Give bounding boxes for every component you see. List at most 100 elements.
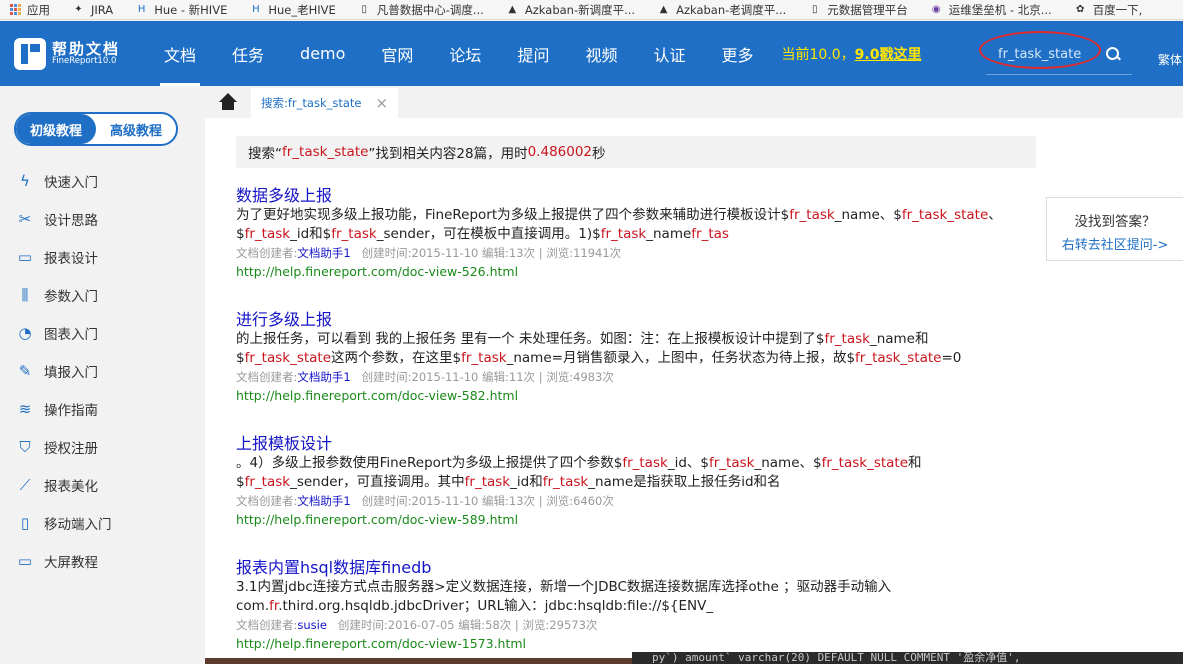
bookmark-label: 百度一下,	[1092, 2, 1143, 17]
sidebar-item[interactable]: ⫼ 参数入门	[16, 276, 112, 314]
bookmark-item[interactable]: ✿ 百度一下,	[1074, 2, 1143, 18]
bookmark-item[interactable]: ▯ 凡普数据中心-调度...	[358, 2, 484, 18]
close-icon[interactable]: ×	[376, 94, 389, 112]
bookmark-label: JIRA	[91, 2, 114, 17]
result-url-link[interactable]: http://help.finereport.com/doc-view-582.…	[236, 387, 1036, 405]
bookmark-item[interactable]: ▲ Azkaban-老调度平...	[657, 2, 787, 18]
result-author-link[interactable]: 文档助手1	[297, 494, 350, 508]
sidebar-item[interactable]: ▯ 移动端入门	[16, 504, 112, 542]
sidebar-item[interactable]: ⛉ 授权注册	[16, 428, 112, 466]
home-icon	[218, 93, 238, 111]
nav-item[interactable]: 任务	[214, 21, 282, 86]
top-navigation: 帮助文档 FineReport10.0 文档 任务 demo 官网 论坛 提问 视频 认证 更多…	[0, 21, 1183, 86]
sidebar-item-label: 报表设计	[44, 251, 98, 267]
result-title-link[interactable]: 进行多级上报	[236, 310, 1036, 330]
bookmark-item[interactable]: H Hue - 新HIVE	[135, 2, 227, 18]
sidebar-item-label: 报表美化	[44, 479, 98, 495]
sidebar-item[interactable]: ▭ 大屏教程	[16, 542, 112, 580]
result-snippet: $fr_task_state这两个参数，在这里$fr_task_name=月销售…	[236, 350, 962, 366]
result-snippet: 。4）多级上报参数使用FineReport为多级上报提供了四个参数$fr_tas…	[236, 455, 922, 471]
bookmark-label: Hue_老HIVE	[268, 2, 336, 17]
result-title-link[interactable]: 报表内置hsql数据库finedb	[236, 558, 1036, 578]
result-snippet: $fr_task_sender，可直接调用。其中fr_task_id和fr_ta…	[236, 474, 781, 490]
result-snippet: 为了更好地实现多级上报功能，FineReport为多级上报提供了四个参数来辅助进…	[236, 207, 1002, 223]
sidebar-item[interactable]: ⟋ 报表美化	[16, 466, 112, 504]
search-result: 进行多级上报 的上报任务，可以看到 我的上报任务 里有一个 未处理任务。如图：注：…	[236, 310, 1036, 405]
sidebar-list: ϟ 快速入门 ✂ 设计思路 ▭ 报表设计 ⫼ 参数入门 ◔ 图表入门 ✎ 填报入门 ≋ 操作指南 ⛉ 授权注册…	[16, 162, 112, 580]
guide-icon: ≋	[18, 400, 32, 418]
tab-search[interactable]: 搜索:fr_task_state ×	[251, 88, 399, 118]
hue-icon: H	[252, 4, 260, 15]
sidebar: 初级教程 高级教程 ϟ 快速入门 ✂ 设计思路 ▭ 报表设计 ⫼ 参数入门 ◔ 图表入门 ✎ 填报入门…	[0, 86, 205, 664]
result-url-link[interactable]: http://help.finereport.com/doc-view-589.…	[236, 511, 1036, 529]
home-tab[interactable]	[205, 86, 251, 118]
sidebar-item[interactable]: ▭ 报表设计	[16, 238, 112, 276]
sidebar-item-label: 大屏教程	[44, 555, 98, 571]
version-promo: 当前10.0， 9.0戳这里	[782, 44, 922, 64]
monitor-icon: ▭	[17, 552, 33, 570]
nav-item[interactable]: demo	[282, 21, 363, 86]
level-basic-button[interactable]: 初级教程	[16, 114, 96, 144]
line-chart-icon: ⟋	[19, 476, 31, 494]
edit-icon: ✎	[18, 362, 32, 380]
search-box	[986, 35, 1132, 75]
page-icon: ▯	[361, 4, 368, 15]
tools-icon: ✂	[18, 210, 32, 228]
sidebar-item-label: 移动端入门	[44, 517, 112, 533]
nav-menu: 文档 任务 demo 官网 论坛 提问 视频 认证 更多	[146, 21, 772, 86]
search-icon[interactable]	[1102, 43, 1126, 67]
sidebar-item[interactable]: ✎ 填报入门	[16, 352, 112, 390]
result-author-link[interactable]: 文档助手1	[297, 370, 350, 384]
sidebar-item[interactable]: ϟ 快速入门	[16, 162, 112, 200]
background-window-strip	[205, 658, 632, 664]
bookmark-item[interactable]: ▲ Azkaban-新调度平...	[506, 2, 636, 18]
bookmark-item[interactable]: ◉ 运维堡垒机 - 北京...	[930, 2, 1052, 18]
bookmark-label: Azkaban-老调度平...	[676, 2, 787, 17]
report-chart-icon: ▭	[17, 248, 33, 266]
nav-item[interactable]: 论坛	[431, 21, 499, 86]
sidebar-item[interactable]: ◔ 图表入门	[16, 314, 112, 352]
shield-icon: ⛉	[19, 438, 31, 456]
search-input[interactable]	[986, 47, 1096, 62]
sliders-icon: ⫼	[21, 286, 29, 304]
bookmark-item[interactable]: 应用	[10, 2, 50, 18]
nav-item[interactable]: 文档	[146, 21, 214, 86]
result-url-link[interactable]: http://help.finereport.com/doc-view-1573…	[236, 635, 1036, 653]
nav-item[interactable]: 更多	[703, 21, 771, 86]
sidebar-item[interactable]: ≋ 操作指南	[16, 390, 112, 428]
bookmark-item[interactable]: ▯ 元数据管理平台	[808, 2, 908, 18]
page-icon: ▯	[811, 4, 818, 15]
bookmark-label: 运维堡垒机 - 北京...	[948, 2, 1052, 17]
bookmark-item[interactable]: H Hue_老HIVE	[249, 2, 336, 18]
result-title-link[interactable]: 上报模板设计	[236, 434, 1036, 454]
logo-subtitle: FineReport10.0	[52, 56, 117, 67]
bookmark-label: 应用	[27, 2, 50, 17]
result-author-link[interactable]: 文档助手1	[297, 246, 350, 260]
result-meta: 文档创建者:文档助手1 创建时间:2015-11-10 编辑:13次 | 浏览:…	[236, 246, 622, 260]
sidebar-item-label: 操作指南	[44, 403, 98, 419]
bookmark-item[interactable]: ✦ JIRA	[72, 3, 113, 17]
promo-link-9-0[interactable]: 9.0戳这里	[855, 44, 922, 64]
result-author-link[interactable]: susie	[297, 618, 327, 632]
level-advanced-button[interactable]: 高级教程	[96, 114, 176, 144]
result-snippet: com.fr.third.org.hsqldb.jdbcDriver；URL输入…	[236, 598, 714, 614]
result-title-link[interactable]: 数据多级上报	[236, 186, 1036, 206]
bookmarks-bar: 应用 ✦ JIRA H Hue - 新HIVE H Hue_老HIVE ▯ 凡普数据中心-调度.…	[0, 0, 1183, 20]
logo[interactable]: 帮助文档 FineReport10.0	[14, 37, 132, 70]
nav-item[interactable]: 视频	[567, 21, 635, 86]
result-url-link[interactable]: http://help.finereport.com/doc-view-526.…	[236, 263, 1036, 281]
sidebar-item-label: 填报入门	[44, 365, 98, 381]
ask-community-link[interactable]: 右转去社区提问->	[1047, 234, 1183, 253]
nav-item[interactable]: 官网	[363, 21, 431, 86]
language-switch[interactable]: 繁体	[1158, 51, 1182, 68]
result-meta: 文档创建者:文档助手1 创建时间:2015-11-10 编辑:13次 | 浏览:…	[236, 494, 614, 508]
sidebar-item[interactable]: ✂ 设计思路	[16, 200, 112, 238]
pie-chart-icon: ◔	[18, 324, 32, 342]
bookmark-label: Azkaban-新调度平...	[524, 2, 636, 17]
nav-item[interactable]: 提问	[499, 21, 567, 86]
search-result: 数据多级上报 为了更好地实现多级上报功能，FineReport为多级上报提供了四个…	[236, 186, 1036, 281]
search-result: 报表内置hsql数据库finedb 3.1内置jdbc连接方式点击服务器>定义数据…	[236, 558, 1036, 653]
bookmark-label: 元数据管理平台	[827, 2, 908, 17]
result-meta: 文档创建者:susie 创建时间:2016-07-05 编辑:58次 | 浏览:…	[236, 618, 598, 632]
nav-item[interactable]: 认证	[635, 21, 703, 86]
